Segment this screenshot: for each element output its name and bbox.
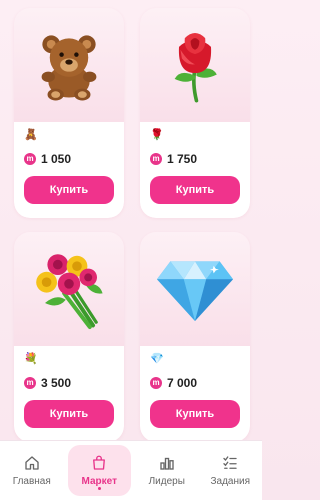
product-emoji: 🌹 — [150, 129, 164, 141]
tab-label: Лидеры — [148, 476, 185, 487]
tab-label: Задания — [210, 476, 251, 487]
tab-label: Маркет — [81, 476, 117, 487]
product-card: 💎 m 7 000 Купить — [140, 232, 250, 442]
bar-chart-icon — [160, 457, 174, 470]
product-image-area — [14, 232, 124, 346]
product-grid: 🧸 m 1 050 Купить 🌹 m 1 750 Купить 💐 m 3 … — [14, 8, 250, 442]
product-image-area — [140, 8, 250, 122]
teddy-bear-icon — [41, 35, 97, 101]
shopping-bag-icon — [93, 455, 106, 470]
product-emoji: 💐 — [24, 353, 38, 365]
coin-icon: m — [150, 377, 162, 389]
product-image-area — [140, 232, 250, 346]
product-emoji: 💎 — [150, 353, 164, 365]
product-price: 1 050 — [41, 152, 72, 166]
rose-icon — [174, 33, 217, 103]
bouquet-icon — [36, 254, 103, 329]
tab-tasks[interactable]: Задания — [199, 441, 263, 500]
buy-button[interactable]: Купить — [24, 400, 114, 428]
buy-button[interactable]: Купить — [150, 400, 240, 428]
home-icon — [25, 456, 39, 470]
product-price: 7 000 — [167, 376, 198, 390]
price-row: m 1 750 — [150, 152, 197, 166]
product-card: 🧸 m 1 050 Купить — [14, 8, 124, 218]
checklist-icon — [223, 456, 237, 469]
buy-button[interactable]: Купить — [150, 176, 240, 204]
tab-market[interactable]: Маркет — [67, 445, 131, 496]
diamond-icon — [156, 261, 234, 322]
product-price: 1 750 — [167, 152, 198, 166]
coin-icon: m — [150, 153, 162, 165]
price-row: m 7 000 — [150, 376, 197, 390]
active-indicator — [97, 487, 101, 490]
product-card: 🌹 m 1 750 Купить — [140, 8, 250, 218]
price-row: m 1 050 — [24, 152, 71, 166]
tab-label: Главная — [12, 476, 51, 487]
bottom-tab-bar: Главная Маркет Лидеры Задания — [0, 440, 262, 500]
price-row: m 3 500 — [24, 376, 71, 390]
tab-home[interactable]: Главная — [0, 441, 64, 500]
coin-icon: m — [24, 377, 36, 389]
coin-icon: m — [24, 153, 36, 165]
tab-leaders[interactable]: Лидеры — [135, 441, 199, 500]
product-card: 💐 m 3 500 Купить — [14, 232, 124, 442]
buy-button[interactable]: Купить — [24, 176, 114, 204]
product-emoji: 🧸 — [24, 129, 38, 141]
product-image-area — [14, 8, 124, 122]
product-price: 3 500 — [41, 376, 72, 390]
